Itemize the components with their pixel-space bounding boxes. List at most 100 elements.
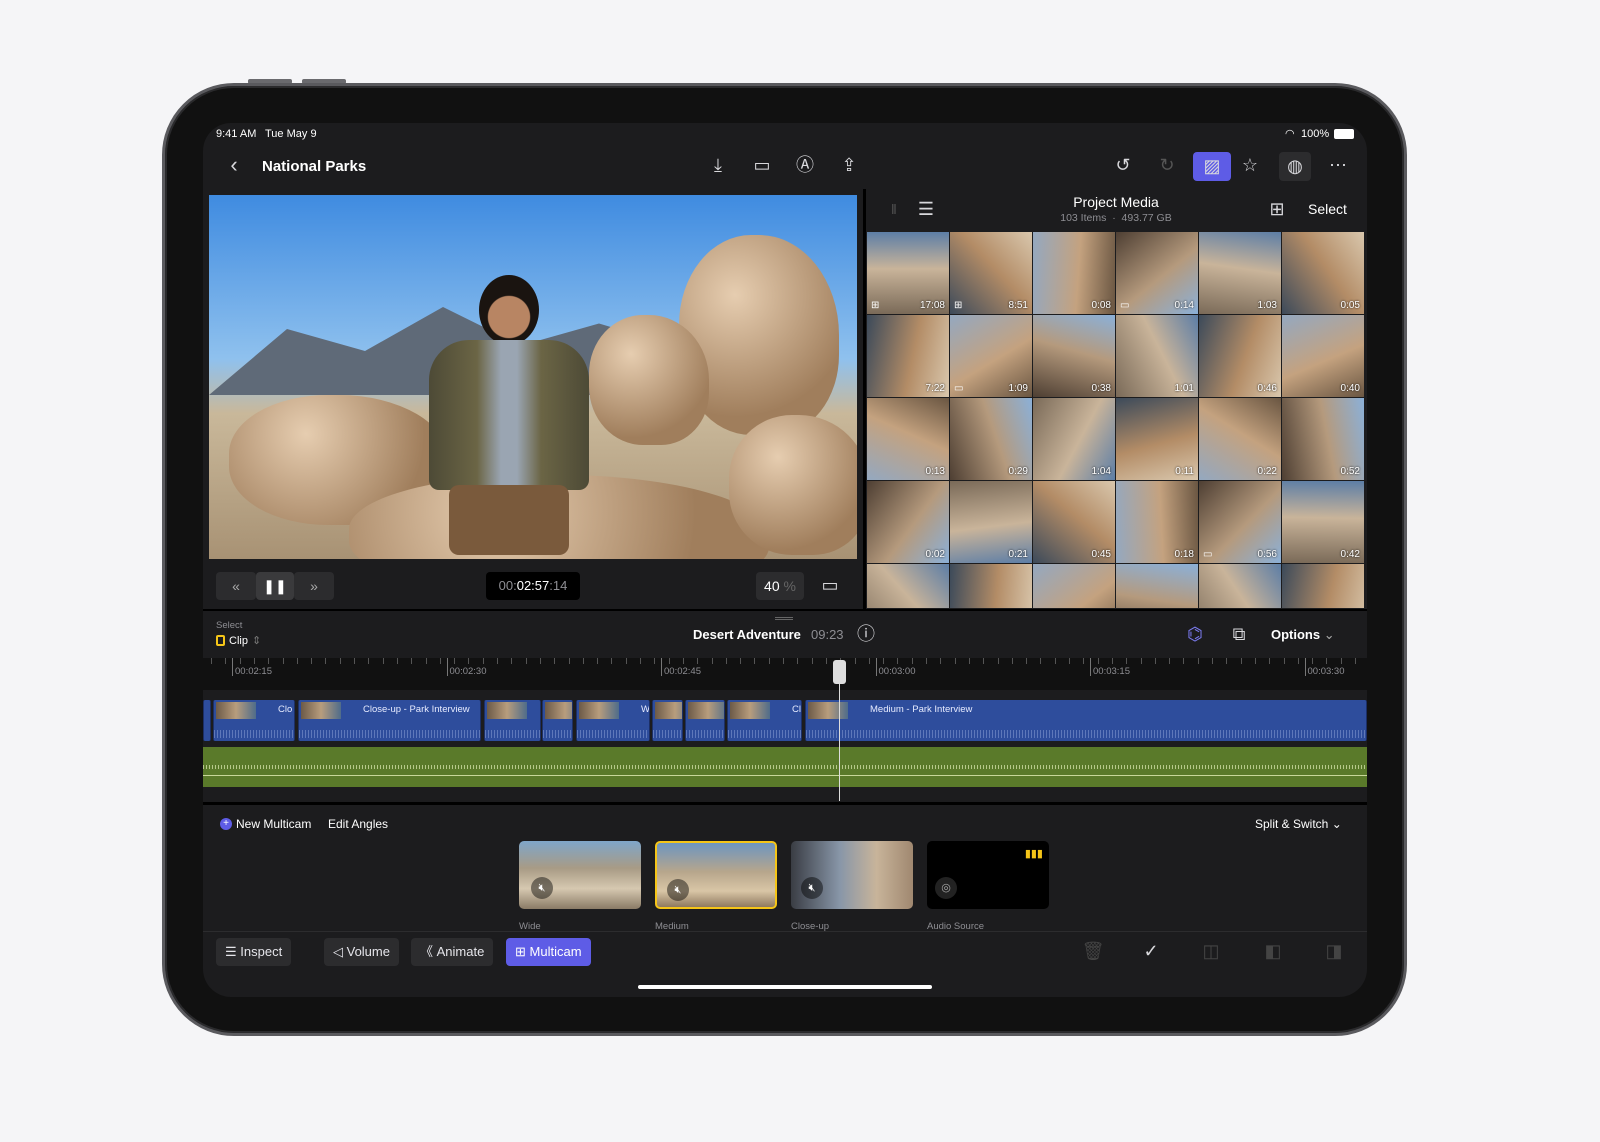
camera-icon[interactable]: ▭ [749,153,775,179]
photos-icon[interactable]: ▨ [1193,152,1231,181]
stickers-icon[interactable]: ☆ [1237,153,1263,179]
inspect-button[interactable]: ☰ Inspect [216,938,292,966]
media-thumbnail[interactable] [1199,564,1281,608]
wifi-icon: ◠ [1285,128,1295,140]
edit-angles-button[interactable]: Edit Angles [328,817,388,831]
video-viewer[interactable] [209,195,857,559]
media-thumbnail[interactable]: 1:04 [1033,398,1115,480]
select-button[interactable]: Select [1308,201,1347,217]
timeline-view-icon[interactable]: ⧉ [1226,622,1252,648]
voiceover-icon[interactable]: Ⓐ [792,153,818,179]
filter-icon[interactable]: ☰ [913,197,939,223]
media-thumbnail[interactable]: 8:51 ⊞ [950,232,1032,314]
home-indicator[interactable] [638,985,932,989]
clip-thumbnail [688,702,724,719]
split-icon[interactable]: ◫ [1198,939,1224,965]
media-thumbnail[interactable]: 0:42 [1282,481,1364,563]
back-chevron-icon[interactable]: ‹ [221,153,247,179]
volume-button[interactable]: ◁ Volume [324,938,399,966]
ruler-tick [296,658,298,664]
media-thumbnail[interactable]: 0:13 [867,398,949,480]
trim-start-icon[interactable]: ◧ [1260,939,1286,965]
media-thumbnail[interactable] [1282,564,1364,608]
media-thumbnail[interactable]: 0:52 [1282,398,1364,480]
audio-track[interactable] [203,747,1367,787]
timeline-clip[interactable] [484,700,541,741]
trim-end-icon[interactable]: ◨ [1321,939,1347,965]
media-thumbnail[interactable]: 0:40 [1282,315,1364,397]
enhance-icon[interactable]: ◍ [1279,152,1311,181]
timeline-clip[interactable]: Clo [213,700,295,741]
media-thumbnail[interactable]: 0:21 [950,481,1032,563]
media-thumbnail[interactable]: 0:11 [1116,398,1198,480]
undo-icon[interactable]: ↺ [1110,153,1136,179]
media-thumbnail[interactable]: 0:56 ▭ [1199,481,1281,563]
options-button[interactable]: Options ⌄ [1271,627,1335,643]
media-thumbnail[interactable] [950,564,1032,608]
import-icon[interactable]: ⤓ [705,153,731,179]
animate-button[interactable]: 《 Animate [411,938,494,966]
media-thumbnail[interactable]: 1:01 [1116,315,1198,397]
media-thumbnail[interactable]: 0:18 [1116,481,1198,563]
media-thumbnail[interactable]: 0:46 [1199,315,1281,397]
timeline-clip[interactable]: Cl [727,700,802,741]
redo-icon[interactable]: ↻ [1154,153,1180,179]
media-thumbnail[interactable] [1033,564,1115,608]
media-thumbnail[interactable]: 17:08 ⊞ [867,232,949,314]
more-icon[interactable]: ⋯ [1325,153,1351,179]
timeline-clip[interactable] [203,700,211,741]
pause-button[interactable]: ❚❚ [256,572,294,600]
media-thumbnail[interactable]: 0:38 [1033,315,1115,397]
viewer-options-icon[interactable]: ▭ [817,573,843,599]
zoom-level-field[interactable]: 40 % [756,572,804,600]
media-grid: 17:08 ⊞ 8:51 ⊞ 0:08 0:14 ▭ 1:03 0:05 7:22 1:09 ▭ 0:3… [867,232,1365,608]
timeline-clip[interactable]: Close-up - Park Interview [298,700,481,741]
media-thumbnail[interactable]: 0:22 [1199,398,1281,480]
media-thumbnail[interactable]: 0:14 ▭ [1116,232,1198,314]
switch-mode-button[interactable]: Split & Switch ⌄ [1255,817,1342,831]
drag-handle-icon[interactable]: ‖ [891,201,897,217]
info-icon[interactable]: ⓘ [853,622,879,648]
media-thumbnail[interactable]: 1:09 ▭ [950,315,1032,397]
timeline-clip[interactable] [652,700,683,741]
media-thumbnail[interactable]: 0:05 [1282,232,1364,314]
clip-label: Clo [278,704,293,715]
new-multicam-button[interactable]: + New Multicam [220,817,311,831]
trash-icon[interactable]: 🗑︎ [1080,939,1106,965]
media-thumbnail[interactable]: 7:22 [867,315,949,397]
resize-handle[interactable] [775,617,793,620]
snapping-icon[interactable]: ⌬ [1182,622,1208,648]
media-thumbnail[interactable]: 0:29 [950,398,1032,480]
angle-wide[interactable]: 🔇︎ [519,841,641,909]
media-thumbnail[interactable] [1116,564,1198,608]
timeline-clip[interactable]: W [576,700,650,741]
ruler-tick [1283,658,1285,664]
multicam-button[interactable]: ⊞ Multicam [506,938,591,966]
grid-view-icon[interactable]: ⊞ [1264,197,1290,223]
fast-forward-button[interactable]: » [294,572,334,600]
timeline-clip[interactable] [542,700,573,741]
timeline-clip[interactable]: Medium - Park Interview [805,700,1367,741]
clip-thumbnail [216,702,256,719]
clip-duration: 0:45 [1091,549,1111,560]
media-thumbnail[interactable] [867,564,949,608]
share-icon[interactable]: ⇪ [836,153,862,179]
rewind-button[interactable]: « [216,572,256,600]
timeline-ruler[interactable]: 00:02:15 00:02:30 00:02:45 00:03:00 00:03:15… [203,658,1367,690]
multicam-label: Multicam [529,944,582,959]
media-thumbnail[interactable]: 0:08 [1033,232,1115,314]
angle-audio-source[interactable]: ▮▮▮ ◎ [927,841,1049,909]
media-thumbnail[interactable]: 0:02 [867,481,949,563]
angle-close-up[interactable]: 🔇︎ [791,841,913,909]
select-mode-picker[interactable]: Clip ⇕ [216,634,261,647]
media-thumbnail[interactable]: 0:45 [1033,481,1115,563]
playhead-handle[interactable] [833,660,846,684]
ruler-tick [625,658,627,664]
ruler-tick [468,658,470,664]
timeline-clip[interactable] [685,700,725,741]
ruler-tick [1126,658,1128,664]
clip-duration: 0:14 [1174,300,1194,311]
checkmark-icon[interactable]: ✓ [1138,939,1164,965]
angle-medium[interactable]: 🔇︎ [655,841,777,909]
media-thumbnail[interactable]: 1:03 [1199,232,1281,314]
